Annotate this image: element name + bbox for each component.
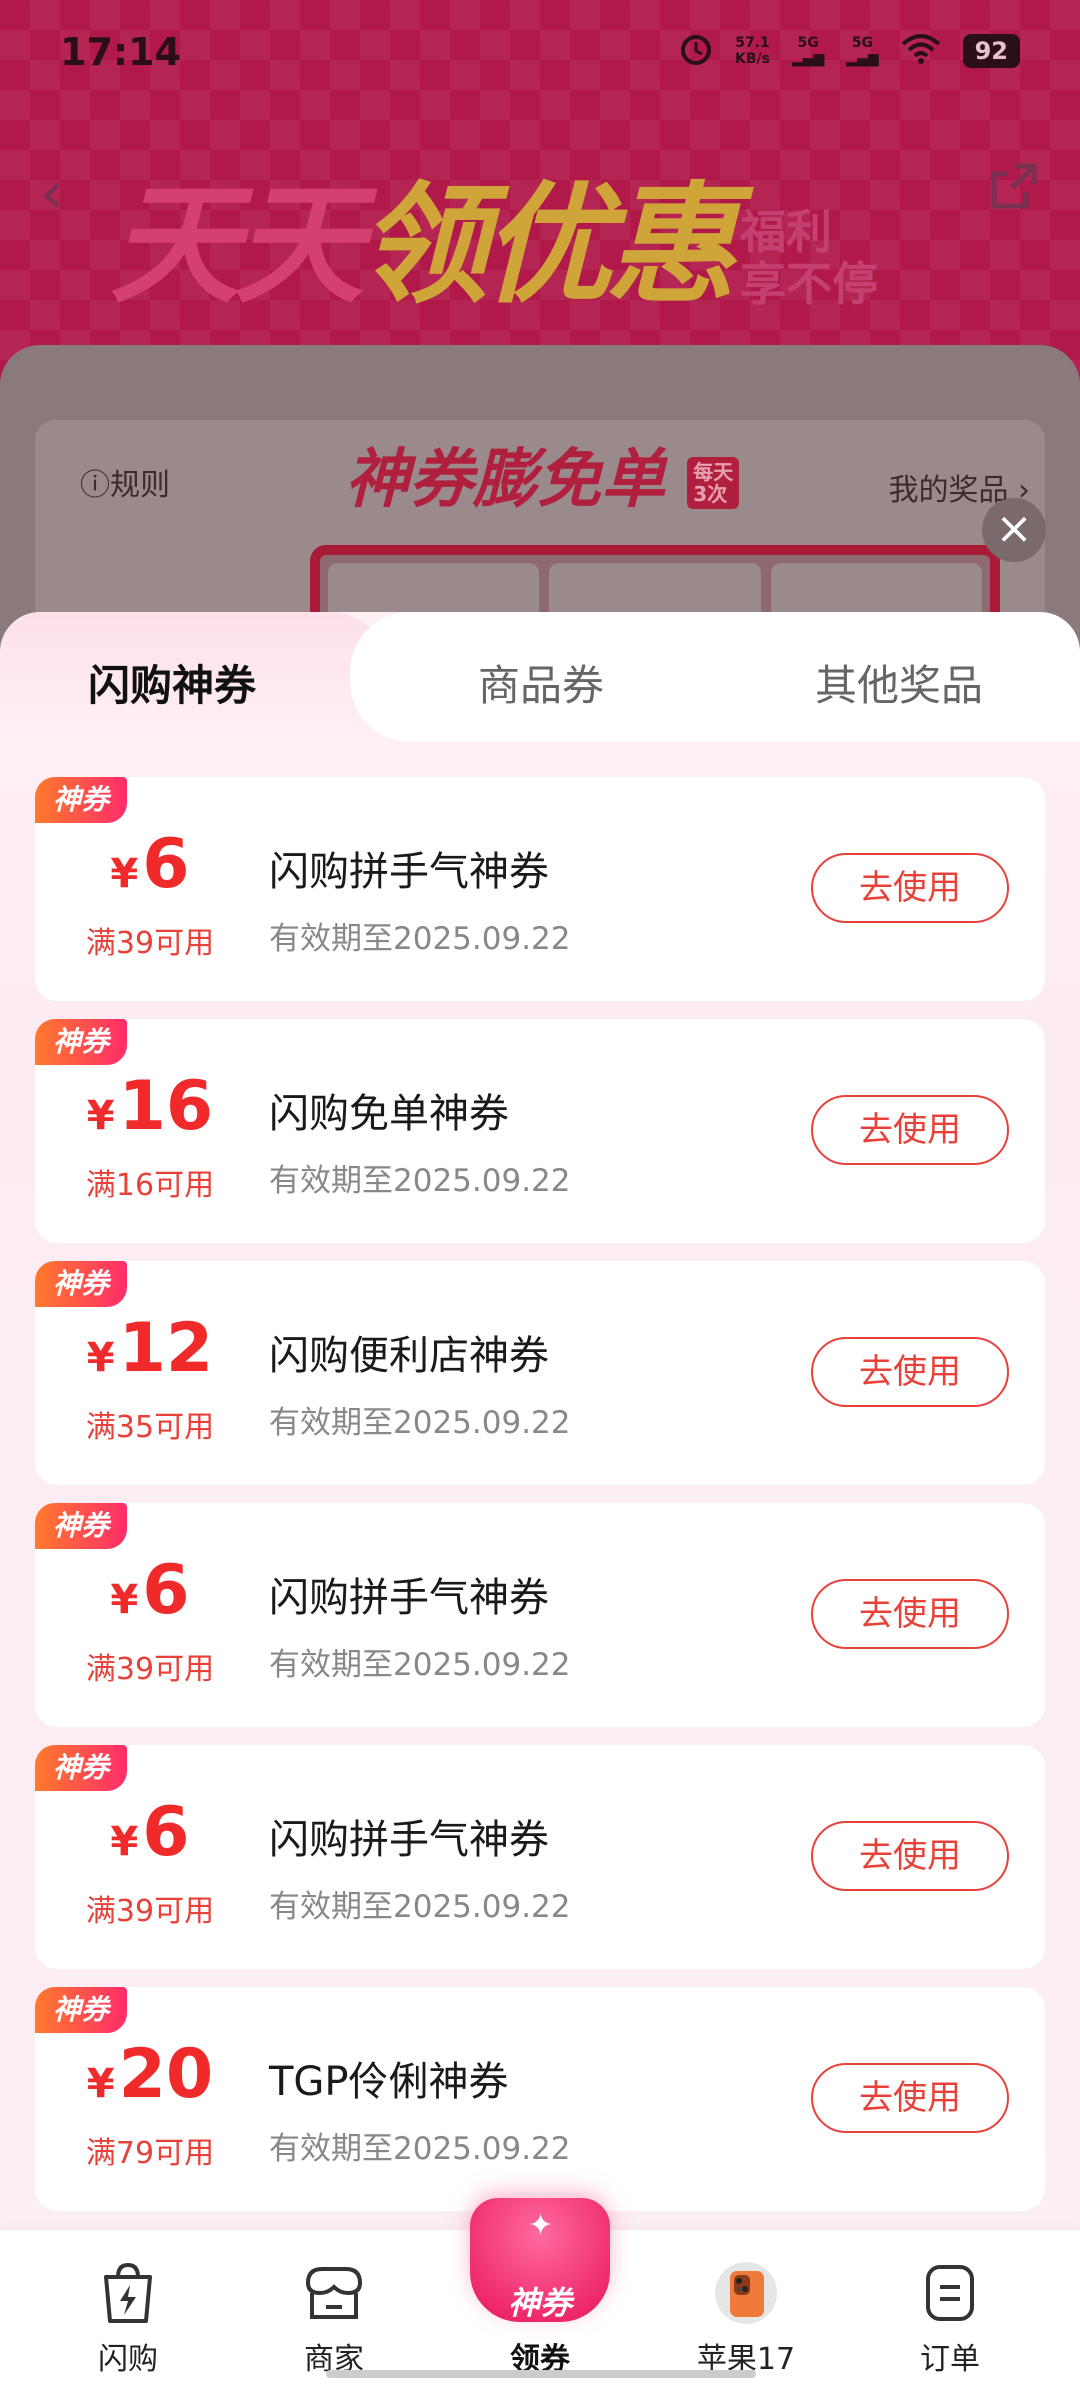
coupon-name: 闪购便利店神券	[269, 1333, 549, 1379]
coupon-tag: 神券	[35, 1745, 127, 1791]
sim2-signal-icon: 5G ▂▄▆	[846, 35, 879, 67]
close-button[interactable]: ×	[982, 498, 1046, 562]
coupon-name: 闪购拼手气神券	[269, 1575, 549, 1621]
coupon-name: 闪购拼手气神券	[269, 1817, 549, 1863]
coupon-expiry: 有效期至2025.09.22	[269, 1889, 571, 1925]
coupon-tag: 神券	[35, 1987, 127, 2033]
coupon-threshold: 满39可用	[85, 1894, 215, 1929]
promo-title: 神券膨免单 每天 3次	[345, 428, 740, 520]
coupon-amount: ¥16	[86, 1067, 214, 1146]
coupon-tag: 神券	[35, 777, 127, 823]
nav-item-iphone17[interactable]: 苹果17	[676, 2258, 816, 2378]
coupon-expiry: 有效期至2025.09.22	[269, 2131, 571, 2167]
lightning-bag-icon	[58, 2258, 198, 2328]
alarm-icon	[679, 32, 713, 70]
status-time: 17:14	[60, 30, 181, 74]
tab-flash-coupons[interactable]: 闪购神券	[88, 652, 256, 713]
coupon-amount: ¥6	[110, 1793, 190, 1872]
use-coupon-button[interactable]: 去使用	[811, 1821, 1009, 1891]
nav-item-merchants[interactable]: 商家	[264, 2258, 404, 2378]
network-speed: 57.1 KB/s	[735, 35, 770, 67]
sim1-signal-icon: 5G ▂▄▆	[791, 35, 825, 67]
coupon-tag: 神券	[35, 1261, 127, 1307]
coupon-card: 神券 ¥12 满35可用 闪购便利店神券 有效期至2025.09.22 去使用	[35, 1261, 1045, 1485]
tab-product-coupons[interactable]: 商品券	[478, 652, 604, 713]
tab-other-prizes[interactable]: 其他奖品	[815, 652, 983, 713]
coupon-card: 神券 ¥6 满39可用 闪购拼手气神券 有效期至2025.09.22 去使用	[35, 777, 1045, 1001]
coupon-threshold: 满39可用	[85, 926, 215, 961]
coupon-card: 神券 ¥16 满16可用 闪购免单神券 有效期至2025.09.22 去使用	[35, 1019, 1045, 1243]
share-icon[interactable]	[986, 160, 1040, 218]
rules-link[interactable]: ⓘ规则	[80, 460, 170, 504]
coupon-expiry: 有效期至2025.09.22	[269, 1647, 571, 1683]
tab-bar: 闪购神券 商品券 其他奖品	[0, 612, 1080, 742]
use-coupon-button[interactable]: 去使用	[811, 853, 1009, 923]
status-bar: 17:14 57.1 KB/s 5G ▂▄▆ 5G ▂▄▆ 92	[0, 0, 1080, 110]
home-indicator	[326, 2370, 756, 2378]
coupon-expiry: 有效期至2025.09.22	[269, 1405, 571, 1441]
nav-label: 订单	[920, 2342, 980, 2377]
coupon-expiry: 有效期至2025.09.22	[269, 921, 571, 957]
coupon-threshold: 满79可用	[85, 2136, 215, 2171]
coupon-tag: 神券	[35, 1503, 127, 1549]
coupon-name: 闪购拼手气神券	[269, 849, 549, 895]
use-coupon-button[interactable]: 去使用	[811, 1337, 1009, 1407]
coupon-tag: 神券	[35, 1019, 127, 1065]
coupon-name: TGP伶俐神券	[269, 2059, 509, 2105]
coupon-threshold: 满39可用	[85, 1652, 215, 1687]
banner-title: 天天领优惠 福利 享不停	[110, 168, 879, 321]
storefront-icon	[264, 2258, 404, 2328]
sparkle-icon: ✦	[528, 2208, 554, 2243]
coupon-threshold: 满16可用	[85, 1168, 215, 1203]
coupon-list: 神券 ¥6 满39可用 闪购拼手气神券 有效期至2025.09.22 去使用 神…	[35, 777, 1045, 2229]
nav-item-orders[interactable]: 订单	[880, 2258, 1020, 2378]
battery-indicator: 92	[962, 34, 1020, 68]
coupon-amount: ¥20	[86, 2035, 214, 2114]
order-list-icon	[880, 2258, 1020, 2328]
nav-label: 闪购	[98, 2342, 158, 2377]
nav-item-flash[interactable]: 闪购	[58, 2258, 198, 2378]
coupon-card: 神券 ¥20 满79可用 TGP伶俐神券 有效期至2025.09.22 去使用	[35, 1987, 1045, 2211]
promo-daily-badge: 每天 3次	[687, 457, 740, 510]
status-icons: 57.1 KB/s 5G ▂▄▆ 5G ▂▄▆ 92	[679, 32, 1020, 70]
coupon-sheet: 闪购神券 商品券 其他奖品 神券 ¥6 满39可用 闪购拼手气神券 有效期至20…	[0, 612, 1080, 2388]
coupon-expiry: 有效期至2025.09.22	[269, 1163, 571, 1199]
coupon-amount: ¥6	[110, 1551, 190, 1630]
use-coupon-button[interactable]: 去使用	[811, 2063, 1009, 2133]
coupon-name: 闪购免单神券	[269, 1091, 509, 1137]
coupon-card: 神券 ¥6 满39可用 闪购拼手气神券 有效期至2025.09.22 去使用	[35, 1503, 1045, 1727]
use-coupon-button[interactable]: 去使用	[811, 1579, 1009, 1649]
coupon-threshold: 满35可用	[85, 1410, 215, 1445]
wifi-icon	[901, 34, 941, 68]
coupon-card: 神券 ¥6 满39可用 闪购拼手气神券 有效期至2025.09.22 去使用	[35, 1745, 1045, 1969]
iphone-icon	[676, 2258, 816, 2328]
back-button[interactable]: ‹	[40, 158, 64, 228]
use-coupon-button[interactable]: 去使用	[811, 1095, 1009, 1165]
coupon-amount: ¥12	[86, 1309, 214, 1388]
coupon-amount: ¥6	[110, 825, 190, 904]
